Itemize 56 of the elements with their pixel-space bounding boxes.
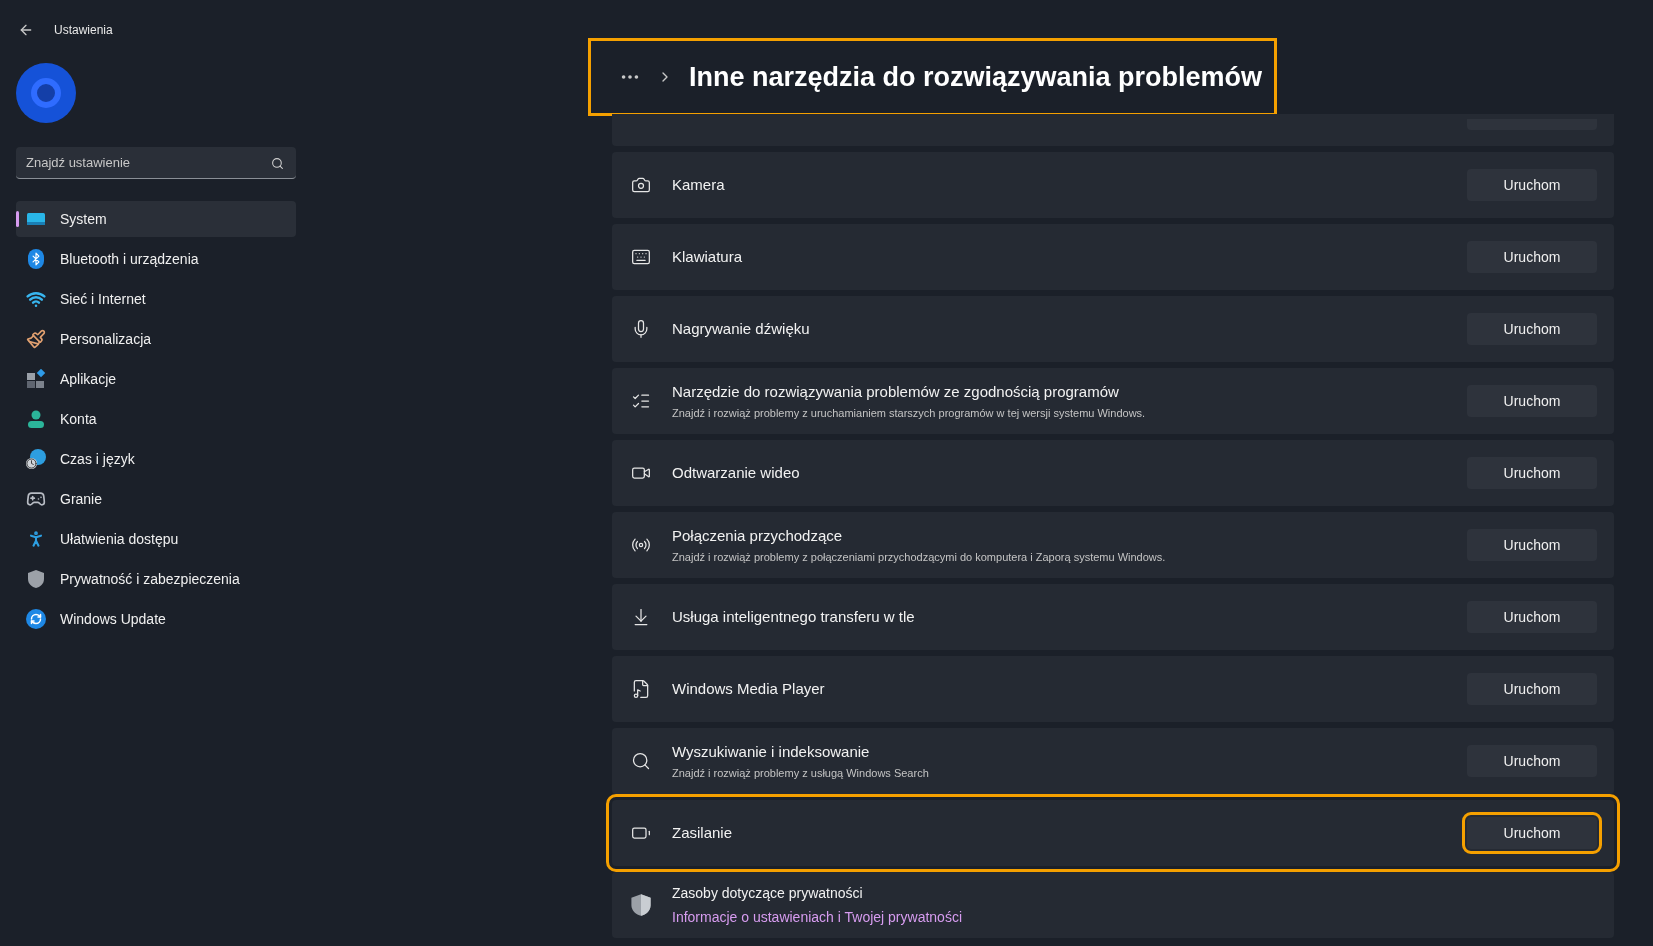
monitor-icon — [26, 211, 46, 227]
nav-item[interactable]: Sieć i Internet — [16, 281, 296, 317]
camera-icon — [631, 175, 651, 195]
nav-item[interactable]: Ułatwienia dostępu — [16, 521, 296, 557]
avatar — [16, 63, 76, 123]
privacy-title: Zasoby dotyczące prywatności — [672, 883, 864, 903]
nav-item[interactable]: Aplikacje — [16, 361, 296, 397]
row-description: Znajdź i rozwiąż problemy z połączeniami przychodzącymi do komputera i Zaporą systemu Windows. — [672, 550, 1167, 565]
row-title: Nagrywanie dźwięku — [672, 318, 811, 339]
run-button[interactable]: Uruchom — [1467, 601, 1597, 633]
page-title: Inne narzędzia do rozwiązywania problemów — [689, 60, 1263, 94]
nav-item[interactable]: Granie — [16, 481, 296, 517]
selection-indicator — [16, 211, 19, 227]
bluetooth-icon — [28, 249, 44, 269]
shield-icon — [630, 893, 652, 917]
privacy-link[interactable]: Informacje o ustawieniach i Twojej prywatności — [672, 906, 962, 928]
row-title: Zasilanie — [672, 822, 734, 843]
music-file-icon — [631, 679, 651, 699]
run-button[interactable]: Uruchom — [1467, 241, 1597, 273]
run-button[interactable]: Uruchom — [1467, 673, 1597, 705]
run-button[interactable]: Uruchom — [1467, 169, 1597, 201]
row-title: Narzędzie do rozwiązywania problemów ze zgodnością programów — [672, 381, 1120, 402]
row-title: Klawiatura — [672, 246, 744, 267]
row-title: Odtwarzanie wideo — [672, 462, 801, 483]
run-button[interactable]: Uruchom — [1467, 745, 1597, 777]
nav-item[interactable]: System — [16, 201, 296, 237]
row-title: Połączenia przychodzące — [672, 525, 844, 546]
run-button[interactable]: Uruchom — [1467, 529, 1597, 561]
nav-item[interactable]: Bluetooth i urządzenia — [16, 241, 296, 277]
paintbrush-icon — [26, 329, 46, 349]
shield-icon — [27, 569, 45, 589]
row-title: Windows Media Player — [672, 678, 826, 699]
globe-clock-icon — [26, 449, 46, 469]
search-icon — [631, 751, 651, 771]
gamepad-icon — [26, 489, 46, 509]
search-field[interactable]: Znajdź ustawienie — [16, 147, 296, 179]
nav-item[interactable]: Czas i język — [16, 441, 296, 477]
nav-item[interactable]: Windows Update — [16, 601, 296, 637]
nav-item[interactable]: Personalizacja — [16, 321, 296, 357]
row-title: Wyszukiwanie i indeksowanie — [672, 741, 871, 762]
person-icon — [26, 409, 46, 429]
apps-icon — [26, 369, 46, 389]
row-description: Znajdź i rozwiąż problemy z uruchamianiem starszych programów w tej wersji systemu Windows. — [672, 406, 1147, 421]
run-button[interactable]: Uruchom — [1467, 457, 1597, 489]
nav-item[interactable]: Prywatność i zabezpieczenia — [16, 561, 296, 597]
run-button[interactable]: Uruchom — [1467, 385, 1597, 417]
run-button[interactable]: Uruchom — [1467, 313, 1597, 345]
window-title: Ustawienia — [54, 22, 113, 39]
row-title: Usługa inteligentnego transferu w tle — [672, 606, 916, 627]
refresh-icon — [26, 609, 46, 629]
row-description: Znajdź i rozwiąż problemy z usługą Windows Search — [672, 766, 930, 781]
search-icon — [271, 157, 284, 170]
keyboard-icon — [631, 247, 651, 267]
nav-item[interactable]: Konta — [16, 401, 296, 437]
wifi-icon — [26, 289, 46, 309]
row-title: Kamera — [672, 174, 726, 195]
